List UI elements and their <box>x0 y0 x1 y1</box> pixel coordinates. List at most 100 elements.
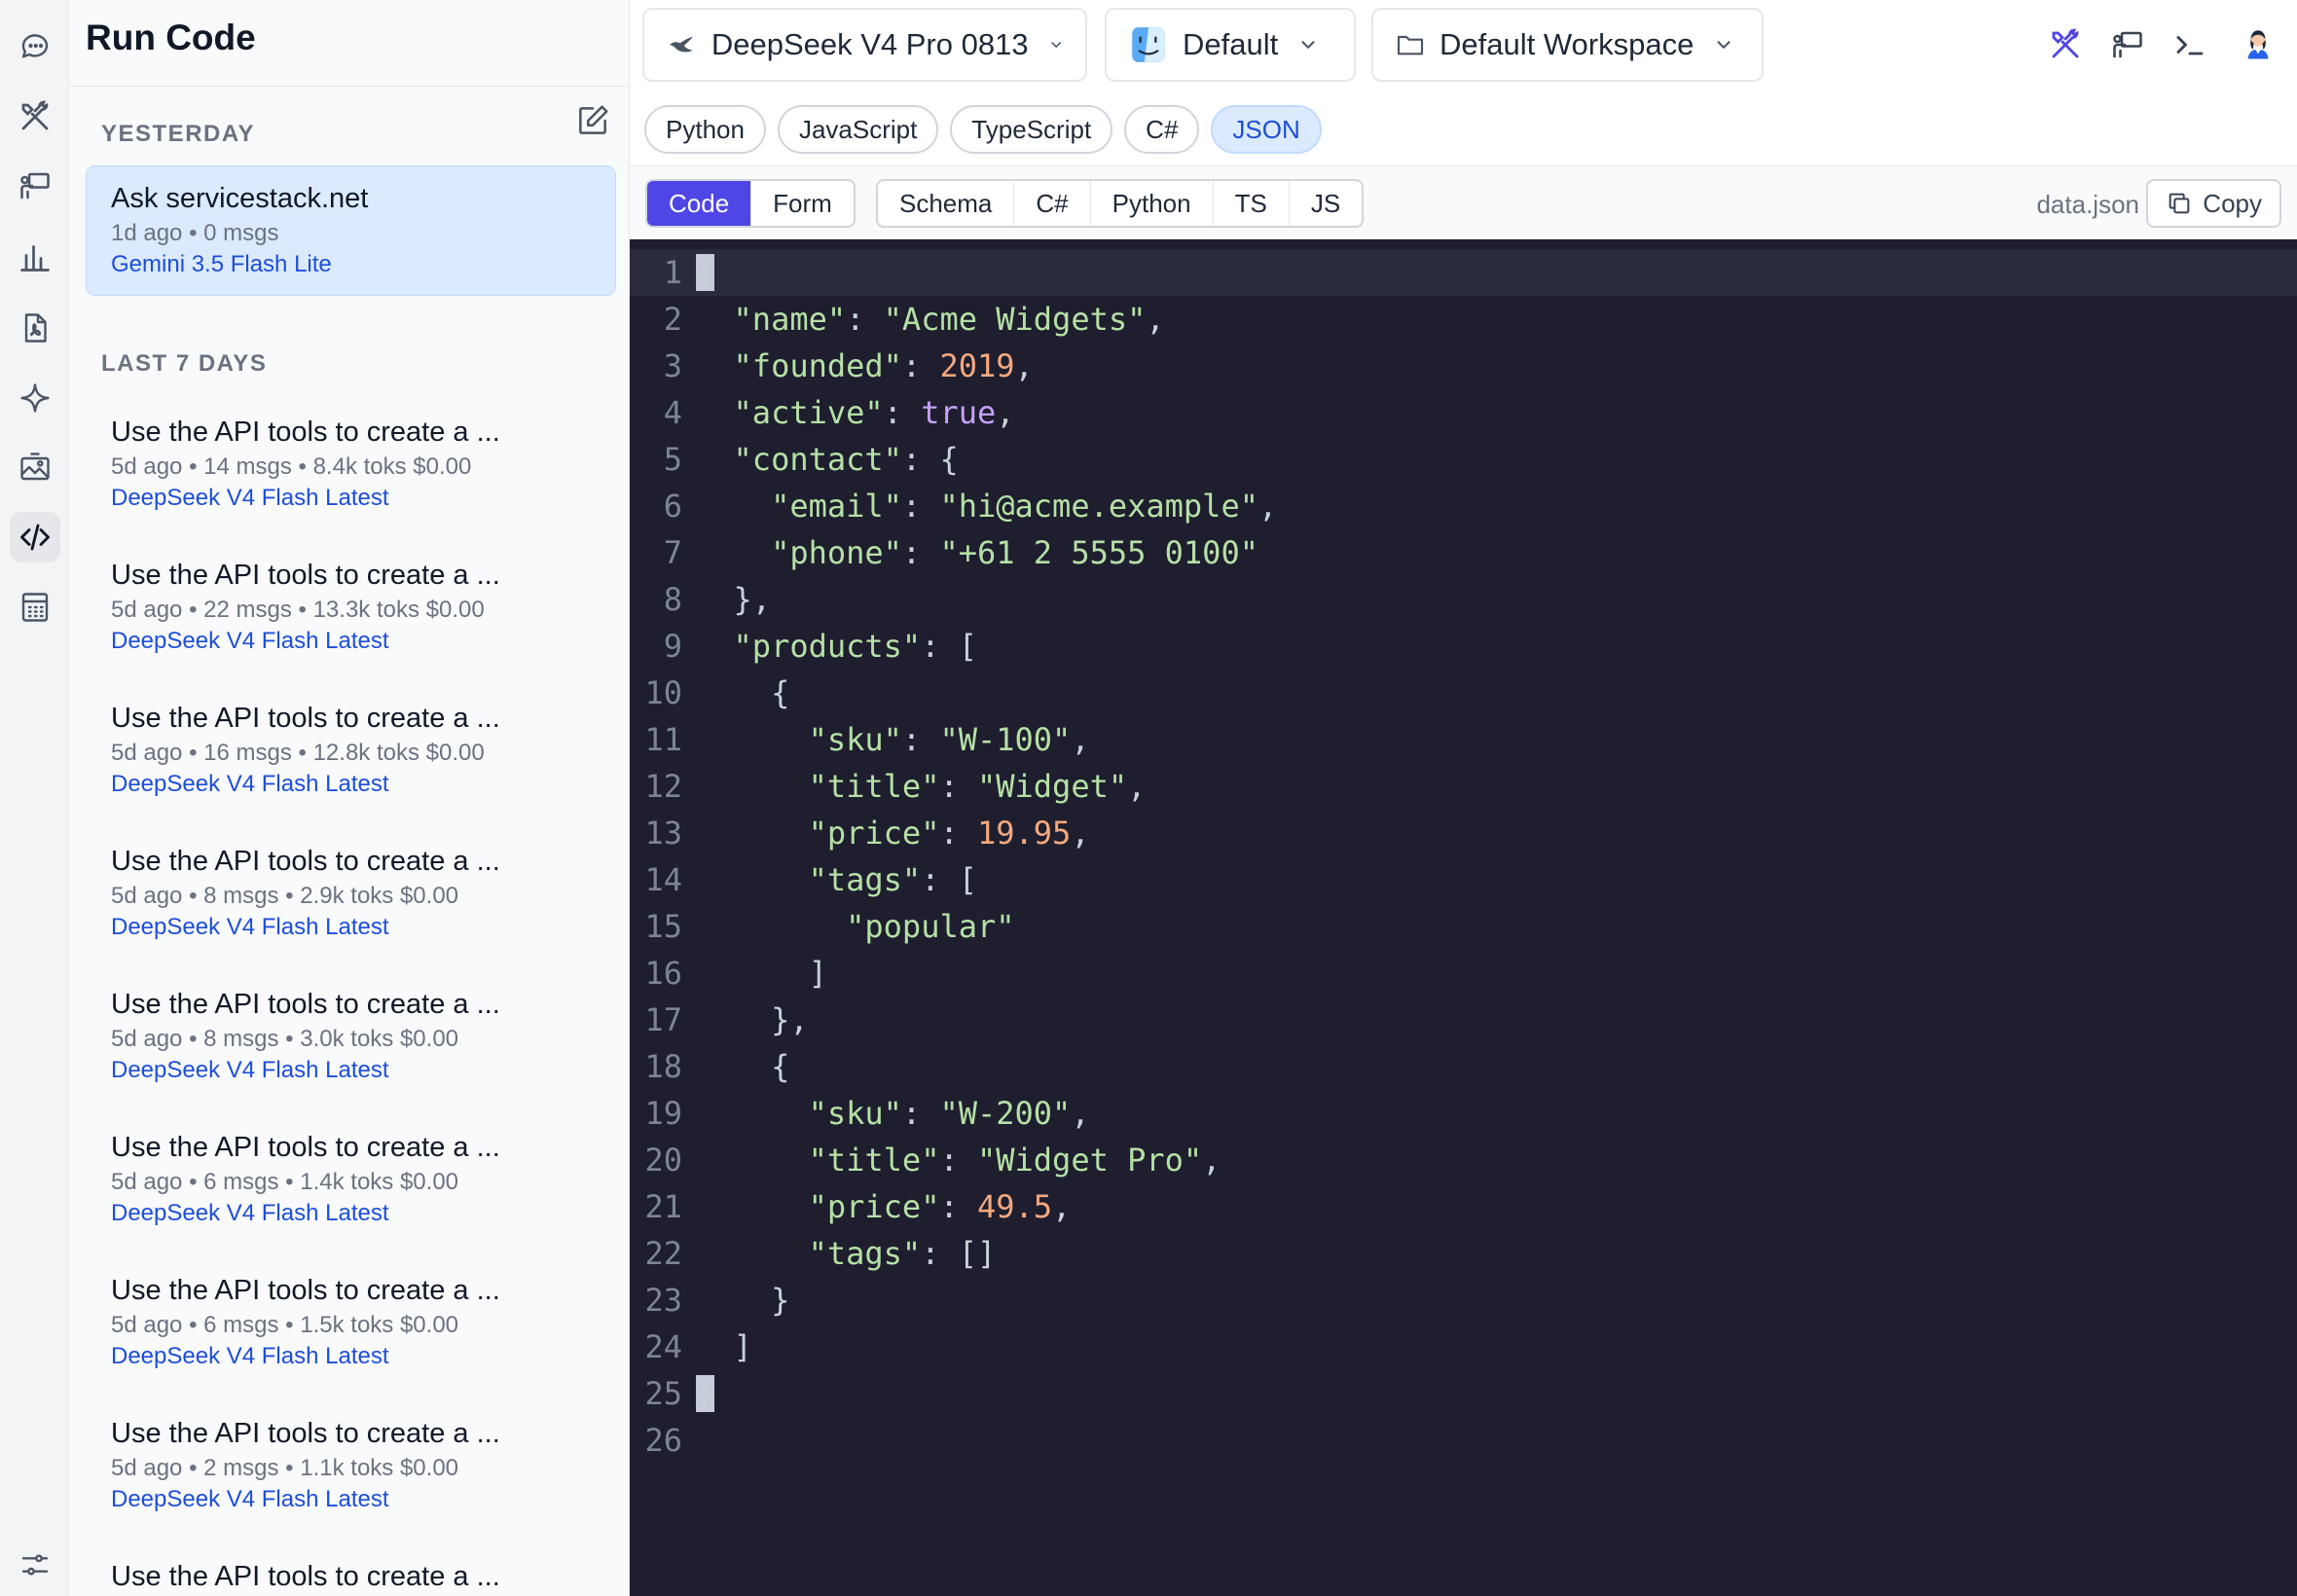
code-line[interactable]: 15 "popular" <box>630 903 2297 950</box>
thread-item[interactable]: Use the API tools to create a ... 5d ago… <box>86 542 616 672</box>
code-line[interactable]: 1{ <box>630 249 2297 296</box>
line-number: 1 <box>663 254 682 291</box>
code-line[interactable]: 12 "title": "Widget", <box>630 763 2297 810</box>
thread-model: DeepSeek V4 Flash Latest <box>111 1200 389 1226</box>
tab-schema[interactable]: Schema <box>878 181 1015 226</box>
code-line[interactable]: 21 "price": 49.5, <box>630 1183 2297 1230</box>
section-label-last-7-days: LAST 7 DAYS <box>101 350 268 377</box>
code-editor[interactable]: 1{2 "name": "Acme Widgets", 3 "founded": … <box>630 239 2297 1596</box>
lang-pill-typescript[interactable]: TypeScript <box>950 105 1113 154</box>
thread-item[interactable]: Use the API tools to create a ... 5d ago… <box>86 828 616 959</box>
pdf-icon[interactable] <box>10 303 60 353</box>
thread-title: Use the API tools to create a ... <box>111 989 500 1020</box>
presentation-icon[interactable] <box>10 161 60 211</box>
code-line[interactable]: 11 "sku": "W-100", <box>630 716 2297 763</box>
code-line[interactable]: 8 }, <box>630 576 2297 623</box>
thread-model: DeepSeek V4 Flash Latest <box>111 485 389 511</box>
top-toolbar: DeepSeek V4 Pro 0813 Default Default Wor… <box>630 0 2297 90</box>
tools-icon[interactable] <box>10 91 60 142</box>
line-number: 3 <box>663 347 682 384</box>
avatar[interactable] <box>2229 14 2287 72</box>
code-line[interactable]: 3 "founded": 2019, <box>630 343 2297 389</box>
tab-ts[interactable]: TS <box>1214 181 1290 226</box>
code-line[interactable]: 19 "sku": "W-200", <box>630 1090 2297 1137</box>
thread-item[interactable]: Use the API tools to create a ... 5d ago… <box>86 971 616 1102</box>
chevron-down-icon <box>1301 41 1315 49</box>
line-number: 16 <box>644 955 682 992</box>
profile-selector[interactable]: Default <box>1105 8 1356 82</box>
thread-item[interactable]: Ask servicestack.net 1d ago • 0 msgs Gem… <box>86 165 616 296</box>
tab-code[interactable]: Code <box>647 181 752 226</box>
thread-model: DeepSeek V4 Flash Latest <box>111 628 389 654</box>
code-line[interactable]: 9 "products": [ <box>630 623 2297 670</box>
line-content: "contact": { <box>733 441 959 478</box>
thread-model: DeepSeek V4 Flash Latest <box>111 914 389 940</box>
line-content: "title": "Widget Pro", <box>808 1142 1221 1179</box>
tab-python[interactable]: Python <box>1091 181 1214 226</box>
code-line[interactable]: 13 "price": 19.95, <box>630 810 2297 856</box>
code-line[interactable]: 17 }, <box>630 997 2297 1043</box>
image-icon[interactable] <box>10 442 60 492</box>
code-line[interactable]: 24 ] <box>630 1324 2297 1370</box>
line-number: 8 <box>663 581 682 618</box>
finder-face-icon <box>1132 27 1165 62</box>
model-selector[interactable]: DeepSeek V4 Pro 0813 <box>642 8 1087 82</box>
code-line[interactable]: 6 "email": "hi@acme.example", <box>630 483 2297 529</box>
code-line[interactable]: 10 { <box>630 670 2297 716</box>
thread-meta: 5d ago • 6 msgs • 1.5k toks $0.00 <box>111 1312 459 1338</box>
code-line[interactable]: 22 "tags": [] <box>630 1230 2297 1277</box>
line-number: 4 <box>663 394 682 431</box>
thread-item[interactable]: Use the API tools to create a ... 5d ago… <box>86 685 616 816</box>
presentation-icon[interactable] <box>2102 19 2153 70</box>
code-line[interactable]: 25} <box>630 1370 2297 1417</box>
code-line[interactable]: 5 "contact": { <box>630 436 2297 483</box>
copy-button[interactable]: Copy <box>2146 179 2281 228</box>
line-number: 17 <box>644 1001 682 1038</box>
line-number: 26 <box>644 1422 682 1459</box>
code-icon[interactable] <box>10 512 60 562</box>
line-content: "tags": [] <box>808 1235 997 1272</box>
tab-js[interactable]: JS <box>1290 181 1362 226</box>
thread-item[interactable]: Use the API tools to create a ... <box>86 1543 616 1596</box>
line-number: 19 <box>644 1095 682 1132</box>
new-chat-button[interactable] <box>573 101 612 140</box>
thread-item[interactable]: Use the API tools to create a ... 5d ago… <box>86 1400 616 1531</box>
lang-pill-javascript[interactable]: JavaScript <box>777 105 939 154</box>
line-content: { <box>771 1048 790 1085</box>
chat-icon[interactable] <box>10 20 60 71</box>
code-line[interactable]: 23 } <box>630 1277 2297 1324</box>
line-number: 7 <box>663 534 682 571</box>
calculator-icon[interactable] <box>10 582 60 633</box>
code-line[interactable]: 16 ] <box>630 950 2297 997</box>
chevron-down-icon <box>1050 42 1061 48</box>
code-line[interactable]: 7 "phone": "+61 2 5555 0100" <box>630 529 2297 576</box>
tab-form[interactable]: Form <box>751 181 854 226</box>
terminal-icon[interactable] <box>2165 19 2215 70</box>
tab-csharp[interactable]: C# <box>1014 181 1091 226</box>
line-content: ] <box>808 955 827 992</box>
lang-pill-json[interactable]: JSON <box>1211 105 1322 154</box>
tools-icon[interactable] <box>2040 19 2091 70</box>
line-content: }, <box>733 581 772 618</box>
lang-pill-csharp[interactable]: C# <box>1124 105 1200 154</box>
sparkle-icon[interactable] <box>10 373 60 423</box>
code-line[interactable]: 4 "active": true, <box>630 389 2297 436</box>
code-line[interactable]: 26 <box>630 1417 2297 1464</box>
line-content: "phone": "+61 2 5555 0100" <box>771 534 1258 571</box>
thread-item[interactable]: Use the API tools to create a ... 5d ago… <box>86 1257 616 1388</box>
code-line[interactable]: 20 "title": "Widget Pro", <box>630 1137 2297 1183</box>
chevron-down-icon <box>1717 41 1731 49</box>
line-number: 9 <box>663 628 682 665</box>
workspace-selector[interactable]: Default Workspace <box>1371 8 1764 82</box>
code-line[interactable]: 14 "tags": [ <box>630 856 2297 903</box>
thread-title: Use the API tools to create a ... <box>111 1132 500 1163</box>
line-number: 14 <box>644 861 682 898</box>
line-number: 20 <box>644 1142 682 1179</box>
thread-item[interactable]: Use the API tools to create a ... 5d ago… <box>86 1114 616 1245</box>
thread-item[interactable]: Use the API tools to create a ... 5d ago… <box>86 399 616 529</box>
lang-pill-python[interactable]: Python <box>644 105 766 154</box>
analytics-icon[interactable] <box>10 232 60 282</box>
sliders-icon[interactable] <box>14 1543 56 1586</box>
code-line[interactable]: 18 { <box>630 1043 2297 1090</box>
code-line[interactable]: 2 "name": "Acme Widgets", <box>630 296 2297 343</box>
